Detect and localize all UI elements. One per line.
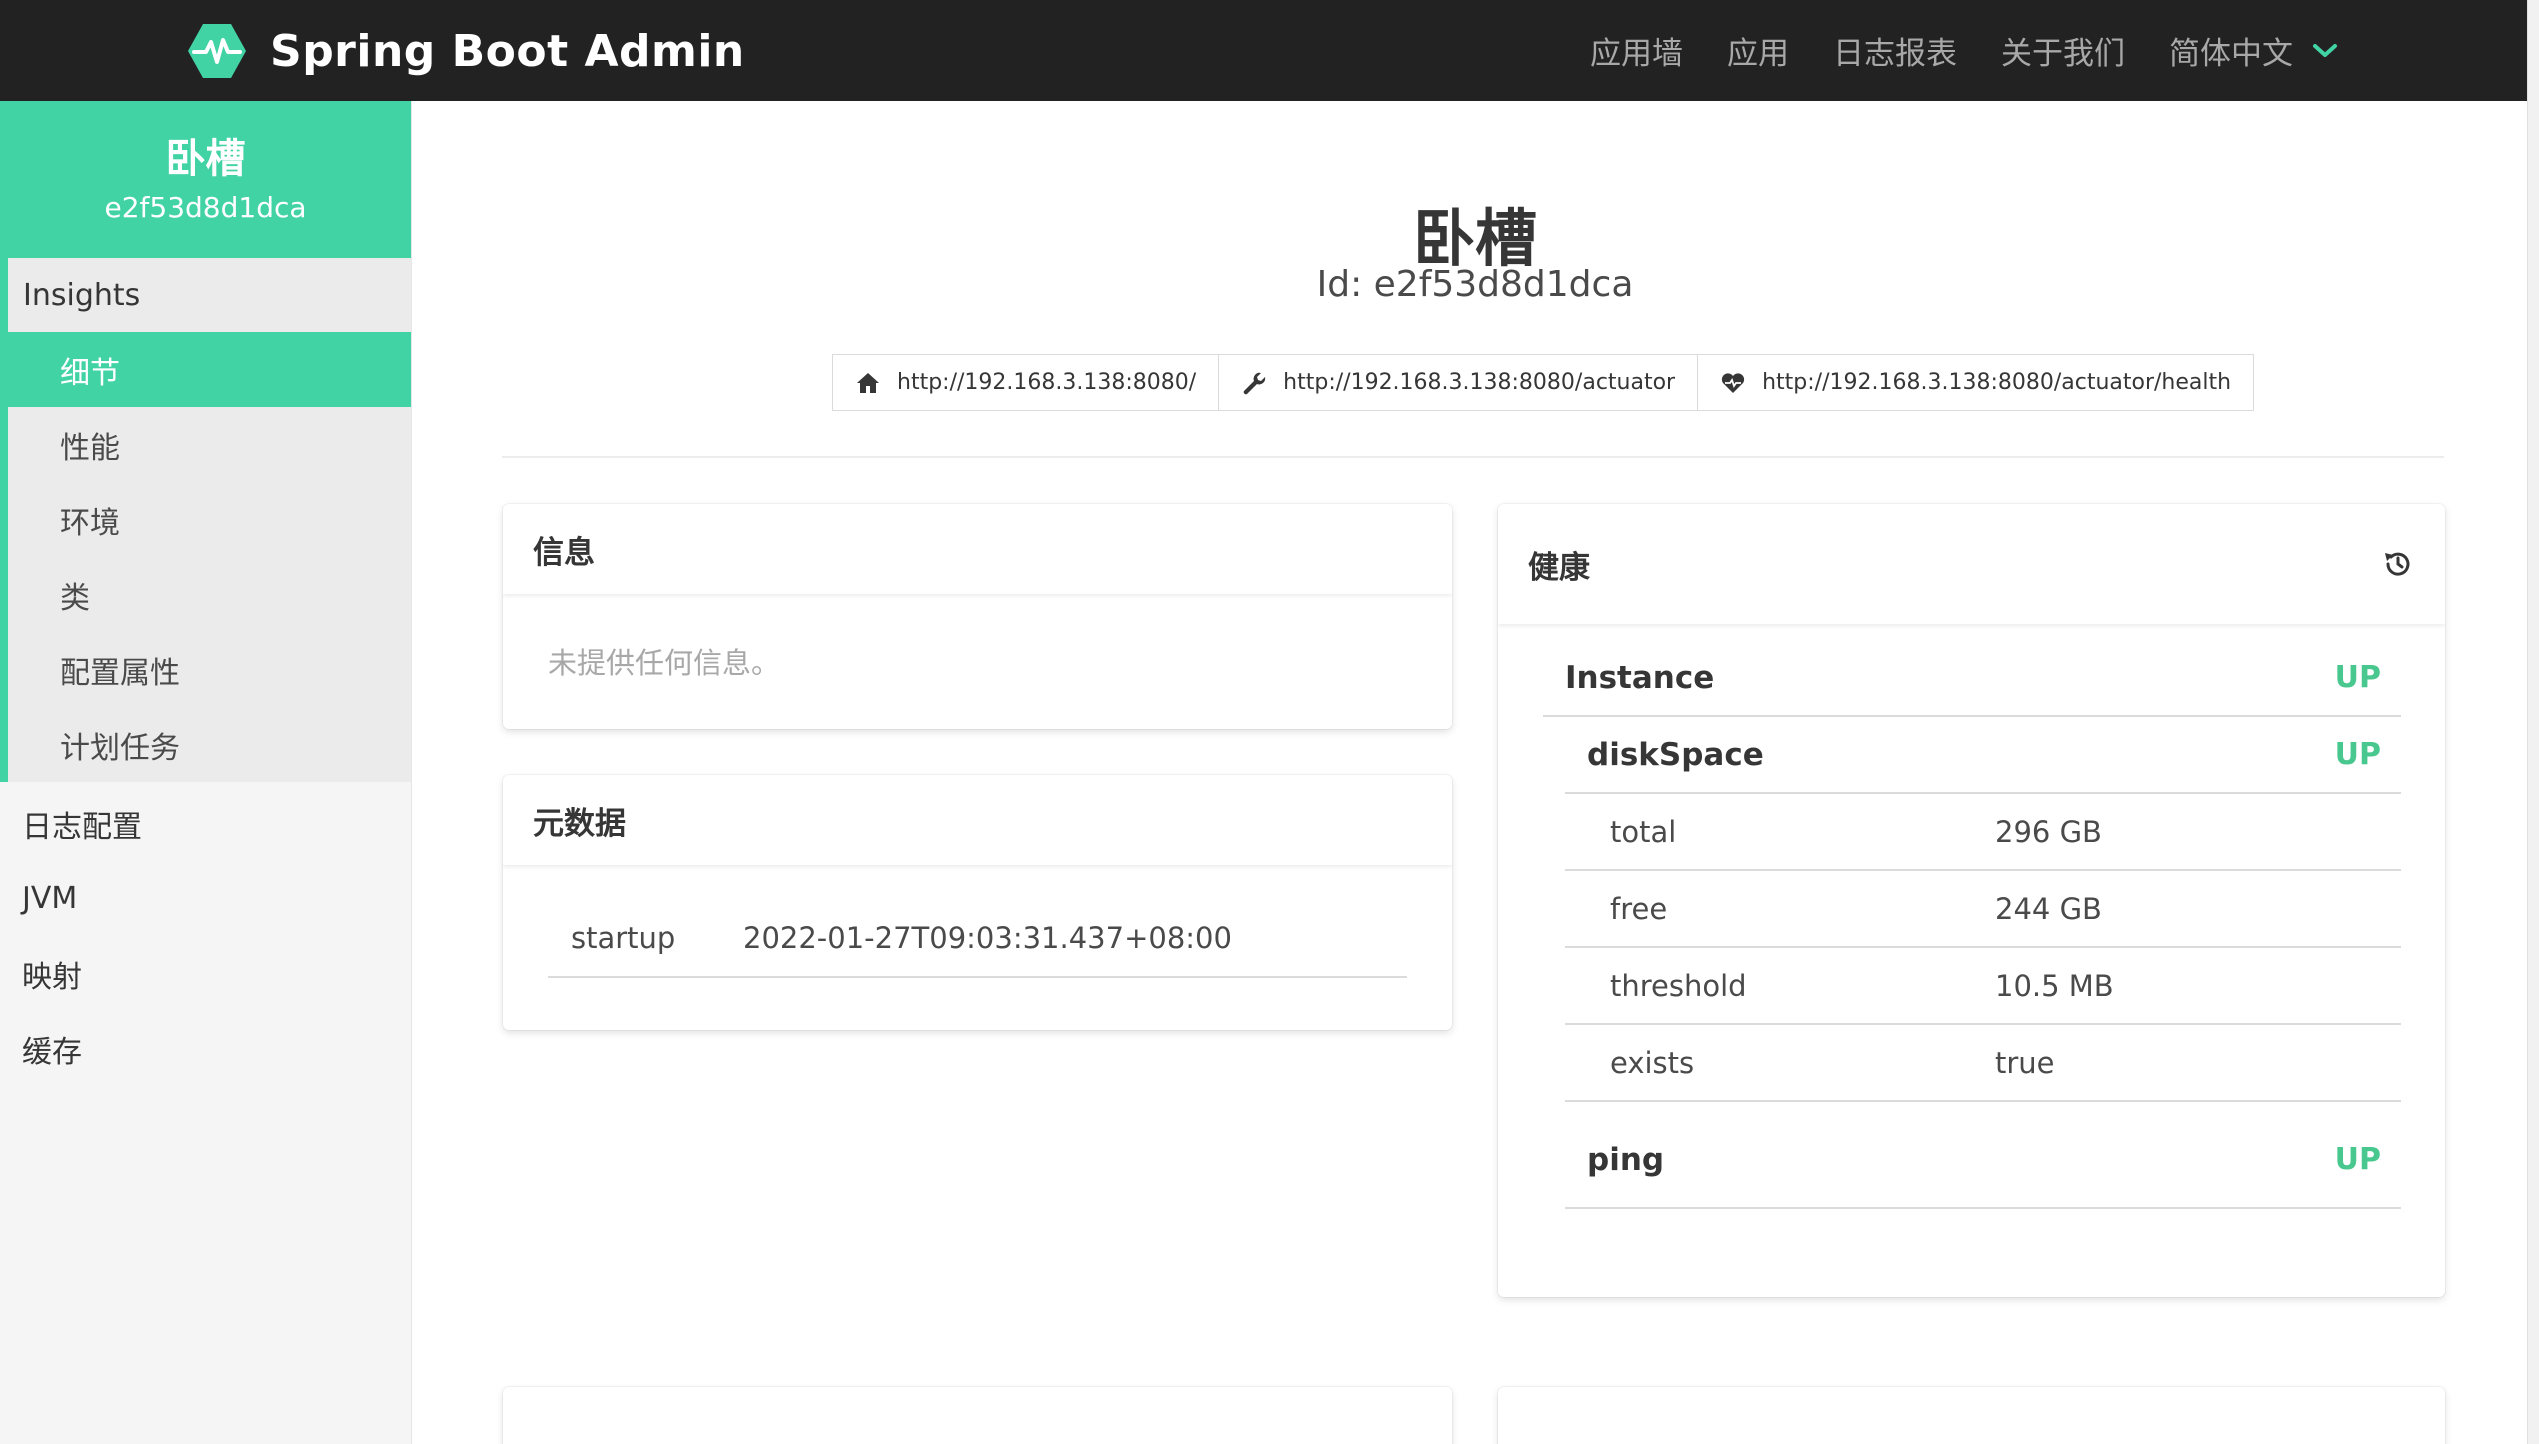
- health-instance-status: UP: [2334, 660, 2381, 695]
- actuator-url-button[interactable]: http://192.168.3.138:8080/actuator: [1218, 354, 1699, 411]
- metadata-card: 元数据 startup 2022-01-27T09:03:31.437+08:0…: [503, 775, 1452, 1030]
- health-diskspace-status: UP: [2334, 737, 2381, 772]
- health-card: 健康 Instance UP diskSpace UP total 296 GB…: [1498, 504, 2445, 1297]
- detail-key: total: [1610, 814, 1677, 849]
- process-card: 进程: [503, 1387, 1452, 1444]
- info-card-header: 信息: [503, 504, 1452, 594]
- sidebar-group-insights: Insights 细节 性能 环境 类 配置属性 计划任务: [0, 258, 411, 782]
- language-label: 简体中文: [2169, 36, 2293, 72]
- sidebar-item-scheduledtasks[interactable]: 计划任务: [8, 707, 411, 782]
- diskspace-detail-row: total 296 GB: [1565, 794, 2401, 871]
- info-card-title: 信息: [533, 534, 595, 571]
- nav-link-journal[interactable]: 日志报表: [1833, 28, 1957, 73]
- brand[interactable]: Spring Boot Admin: [186, 20, 745, 82]
- detail-value: 10.5 MB: [1995, 968, 2114, 1003]
- instance-url-buttons: http://192.168.3.138:8080/ http://192.16…: [832, 354, 2255, 411]
- metadata-card-title: 元数据: [533, 805, 626, 842]
- home-icon: [857, 372, 879, 393]
- metadata-value: 2022-01-27T09:03:31.437+08:00: [743, 920, 1232, 955]
- health-ping-row: ping UP: [1565, 1102, 2401, 1209]
- sidebar-item-jvm[interactable]: JVM: [0, 861, 411, 936]
- detail-key: free: [1610, 891, 1668, 926]
- sidebar-item-details[interactable]: 细节: [8, 332, 411, 407]
- sidebar-item-beans[interactable]: 类: [8, 557, 411, 632]
- sidebar-item-configprops[interactable]: 配置属性: [8, 632, 411, 707]
- health-instance-row: Instance UP: [1543, 640, 2401, 717]
- sidebar-instance-id: e2f53d8d1dca: [104, 191, 307, 224]
- sidebar-item-environment[interactable]: 环境: [8, 482, 411, 557]
- sidebar: 卧槽 e2f53d8d1dca Insights 细节 性能 环境 类 配置属性…: [0, 101, 412, 1444]
- health-url-text: http://192.168.3.138:8080/actuator/healt…: [1762, 370, 2232, 395]
- health-ping-status: UP: [2334, 1142, 2381, 1177]
- info-card: 信息 未提供任何信息。: [503, 504, 1452, 729]
- detail-key: threshold: [1610, 968, 1747, 1003]
- info-empty-message: 未提供任何信息。: [548, 646, 781, 680]
- top-navbar: Spring Boot Admin 应用墙 应用 日志报表 关于我们 简体中文: [0, 0, 2539, 101]
- sidebar-item-loggers[interactable]: 日志配置: [0, 786, 411, 861]
- brand-title: Spring Boot Admin: [270, 25, 745, 77]
- detail-key: exists: [1610, 1045, 1695, 1080]
- health-card-title: 健康: [1528, 549, 1590, 586]
- process-card-header: 进程: [503, 1387, 1452, 1444]
- sidebar-app-header: 卧槽 e2f53d8d1dca: [0, 101, 411, 258]
- instance-id-text: Id: e2f53d8d1dca: [1316, 264, 1634, 305]
- chevron-down-icon: [2313, 43, 2337, 57]
- detail-value: 296 GB: [1995, 814, 2102, 849]
- sidebar-app-name: 卧槽: [165, 136, 246, 182]
- health-instance-name: Instance: [1565, 659, 1715, 696]
- home-url-button[interactable]: http://192.168.3.138:8080/: [832, 354, 1220, 411]
- sidebar-item-mappings[interactable]: 映射: [0, 936, 411, 1011]
- navbar-links: 应用墙 应用 日志报表 关于我们 简体中文: [1546, 0, 2339, 101]
- health-card-header: 健康: [1498, 504, 2445, 624]
- diskspace-detail-row: exists true: [1565, 1025, 2401, 1102]
- health-diskspace-name: diskSpace: [1587, 736, 1764, 773]
- diskspace-detail-row: free 244 GB: [1565, 871, 2401, 948]
- detail-value: true: [1995, 1045, 2055, 1080]
- header-divider: [502, 456, 2444, 458]
- health-ping-name: ping: [1587, 1141, 1665, 1178]
- sidebar-item-insights[interactable]: Insights: [8, 258, 411, 332]
- nav-link-applications[interactable]: 应用: [1727, 28, 1789, 73]
- diskspace-detail-row: threshold 10.5 MB: [1565, 948, 2401, 1025]
- metadata-row: startup 2022-01-27T09:03:31.437+08:00: [548, 899, 1407, 978]
- sidebar-item-metrics[interactable]: 性能: [8, 407, 411, 482]
- sidebar-item-caches[interactable]: 缓存: [0, 1011, 411, 1086]
- wrench-icon: [1243, 372, 1266, 394]
- detail-value: 244 GB: [1995, 891, 2102, 926]
- health-diskspace-row: diskSpace UP: [1565, 717, 2401, 794]
- hexagon-heartbeat-logo: [188, 24, 246, 78]
- history-icon[interactable]: [2381, 547, 2415, 581]
- home-url-text: http://192.168.3.138:8080/: [897, 370, 1197, 395]
- threads-card: 线程: [1498, 1387, 2445, 1444]
- nav-link-wallboard[interactable]: 应用墙: [1590, 28, 1683, 73]
- language-selector[interactable]: 简体中文: [2169, 28, 2339, 73]
- heart-pulse-icon: [1721, 372, 1745, 393]
- threads-card-header: 线程: [1498, 1387, 2445, 1444]
- metadata-key: startup: [571, 920, 676, 955]
- metadata-card-header: 元数据: [503, 775, 1452, 865]
- health-url-button[interactable]: http://192.168.3.138:8080/actuator/healt…: [1697, 354, 2255, 411]
- page-scrollbar[interactable]: [2527, 0, 2539, 1444]
- actuator-url-text: http://192.168.3.138:8080/actuator: [1283, 370, 1676, 395]
- nav-link-about[interactable]: 关于我们: [2001, 28, 2125, 73]
